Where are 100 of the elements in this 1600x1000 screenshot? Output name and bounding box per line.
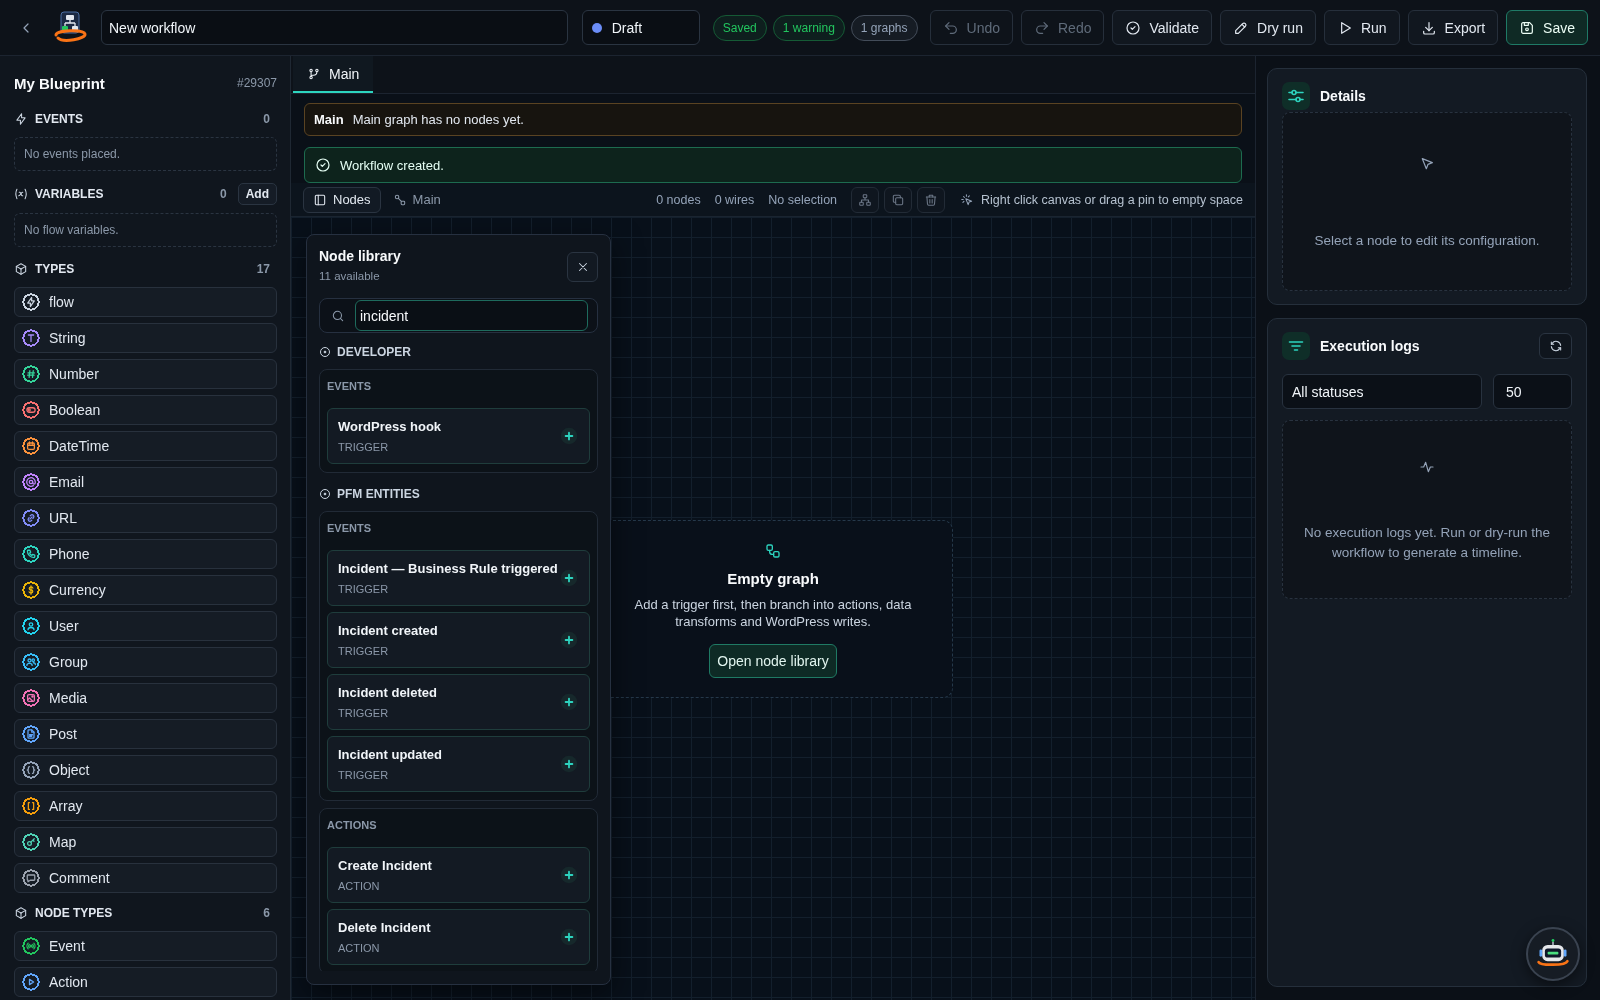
node-card[interactable]: Incident created TRIGGER — [327, 612, 590, 668]
type-item[interactable]: Post — [14, 719, 277, 749]
status-badge: Saved — [712, 14, 767, 41]
type-item[interactable]: flow — [14, 287, 277, 317]
node-title: Incident — Business Rule triggered — [338, 560, 559, 577]
available-count: 11 available — [319, 269, 381, 283]
node-card[interactable]: Delete Incident ACTION — [327, 909, 590, 965]
blueprint-id: #29307 — [236, 76, 277, 90]
banner-title: Main — [314, 112, 344, 127]
cursor-icon — [1419, 156, 1435, 172]
section-count: 0 — [220, 187, 227, 201]
nodes-toggle[interactable]: Nodes — [303, 186, 381, 213]
dry-run-button[interactable]: Dry run — [1220, 10, 1316, 45]
panel-icon — [313, 192, 327, 207]
title-field[interactable]: New workflow — [101, 10, 568, 45]
open-library-button[interactable]: Open node library — [709, 643, 837, 678]
group-label: ACTIONS — [327, 819, 378, 832]
card-title: Execution logs — [1320, 338, 1421, 354]
save-button[interactable]: Save — [1506, 10, 1588, 45]
plus-icon[interactable] — [560, 631, 578, 649]
status-badge: 1 graphs — [850, 14, 918, 41]
node-title: Incident deleted — [338, 684, 438, 701]
type-item[interactable]: URL — [14, 503, 277, 533]
type-item[interactable]: Currency — [14, 575, 277, 605]
node-type: TRIGGER — [338, 643, 390, 658]
export-button[interactable]: Export — [1407, 10, 1499, 45]
type-item[interactable]: Number — [14, 359, 277, 389]
group-heading: PFM ENTITIES — [337, 487, 420, 501]
section-heading: VARIABLES — [35, 187, 105, 201]
plus-icon[interactable] — [560, 755, 578, 773]
node-title: Create Incident — [338, 857, 433, 874]
group-label: EVENTS — [327, 380, 372, 393]
group-label: EVENTS — [327, 522, 372, 535]
plus-icon[interactable] — [560, 866, 578, 884]
type-item[interactable]: Map — [14, 827, 277, 857]
cursor-click-icon — [960, 192, 975, 207]
node-type-item[interactable]: Action — [14, 967, 277, 997]
type-item[interactable]: DateTime — [14, 431, 277, 461]
graph-link[interactable]: Main — [388, 186, 445, 213]
section-heading: TYPES — [35, 262, 76, 276]
type-item[interactable]: User — [14, 611, 277, 641]
pulse-icon — [1419, 459, 1435, 475]
type-item[interactable]: Media — [14, 683, 277, 713]
type-item[interactable]: Phone — [14, 539, 277, 569]
hierarchy-icon — [858, 192, 873, 207]
plus-icon[interactable] — [560, 427, 578, 445]
sliders-icon — [1282, 82, 1310, 110]
refresh-icon — [1548, 339, 1563, 353]
group-heading: DEVELOPER — [337, 345, 411, 359]
nodes-icon — [392, 192, 407, 207]
empty-message: Select a node to edit its configuration. — [1314, 232, 1540, 249]
run-button[interactable]: Run — [1323, 10, 1400, 45]
plus-icon[interactable] — [560, 928, 578, 946]
graph-tab[interactable]: Main — [293, 56, 374, 93]
node-type: TRIGGER — [338, 767, 390, 782]
node-card[interactable]: Create Incident ACTION — [327, 847, 590, 903]
check-circle-icon — [315, 157, 331, 173]
node-card[interactable]: Incident updated TRIGGER — [327, 736, 590, 792]
type-item[interactable]: Object — [14, 755, 277, 785]
copy-button[interactable] — [884, 186, 913, 213]
layout-button[interactable] — [851, 186, 880, 213]
section-heading: NODE TYPES — [35, 906, 114, 920]
type-item[interactable]: Group — [14, 647, 277, 677]
cube-icon — [14, 262, 28, 276]
banner-message: Workflow created. — [340, 157, 444, 173]
type-item[interactable]: Comment — [14, 863, 277, 893]
filter-icon — [1282, 332, 1310, 360]
variable-icon — [14, 187, 28, 201]
node-card[interactable]: Incident — Business Rule triggered TRIGGER — [327, 550, 590, 606]
check-circle-icon — [1125, 19, 1142, 36]
circle-dot-icon — [319, 488, 331, 500]
status-select[interactable]: Draft — [581, 10, 700, 45]
limit-field[interactable]: 50 — [1493, 374, 1572, 409]
blueprint-title: My Blueprint — [14, 74, 105, 92]
status-filter-select[interactable]: All statuses — [1282, 374, 1482, 409]
node-card[interactable]: Incident deleted TRIGGER — [327, 674, 590, 730]
section-heading: EVENTS — [35, 112, 84, 126]
node-title: Delete Incident — [338, 919, 432, 936]
plus-icon[interactable] — [560, 569, 578, 587]
section-count: 17 — [256, 262, 270, 276]
search-field[interactable]: incident — [355, 300, 588, 331]
type-item[interactable]: String — [14, 323, 277, 353]
nodes-icon — [765, 542, 781, 559]
section-count: 0 — [263, 112, 270, 126]
circle-dot-icon — [319, 346, 331, 358]
node-type-item[interactable]: Event — [14, 931, 277, 961]
node-card[interactable]: WordPress hook TRIGGER — [327, 408, 590, 464]
card-title: Details — [1320, 88, 1367, 104]
node-type: ACTION — [338, 940, 381, 955]
type-item[interactable]: Email — [14, 467, 277, 497]
type-item[interactable]: Boolean — [14, 395, 277, 425]
refresh-button[interactable] — [1539, 333, 1572, 359]
validate-button[interactable]: Validate — [1112, 10, 1212, 45]
delete-button[interactable] — [917, 186, 946, 213]
banner-message: Main graph has no nodes yet. — [352, 112, 524, 127]
node-type: TRIGGER — [338, 705, 390, 720]
plus-icon[interactable] — [560, 693, 578, 711]
add-button[interactable]: Add — [237, 183, 277, 205]
status-dot-icon — [591, 22, 602, 33]
type-item[interactable]: Array — [14, 791, 277, 821]
